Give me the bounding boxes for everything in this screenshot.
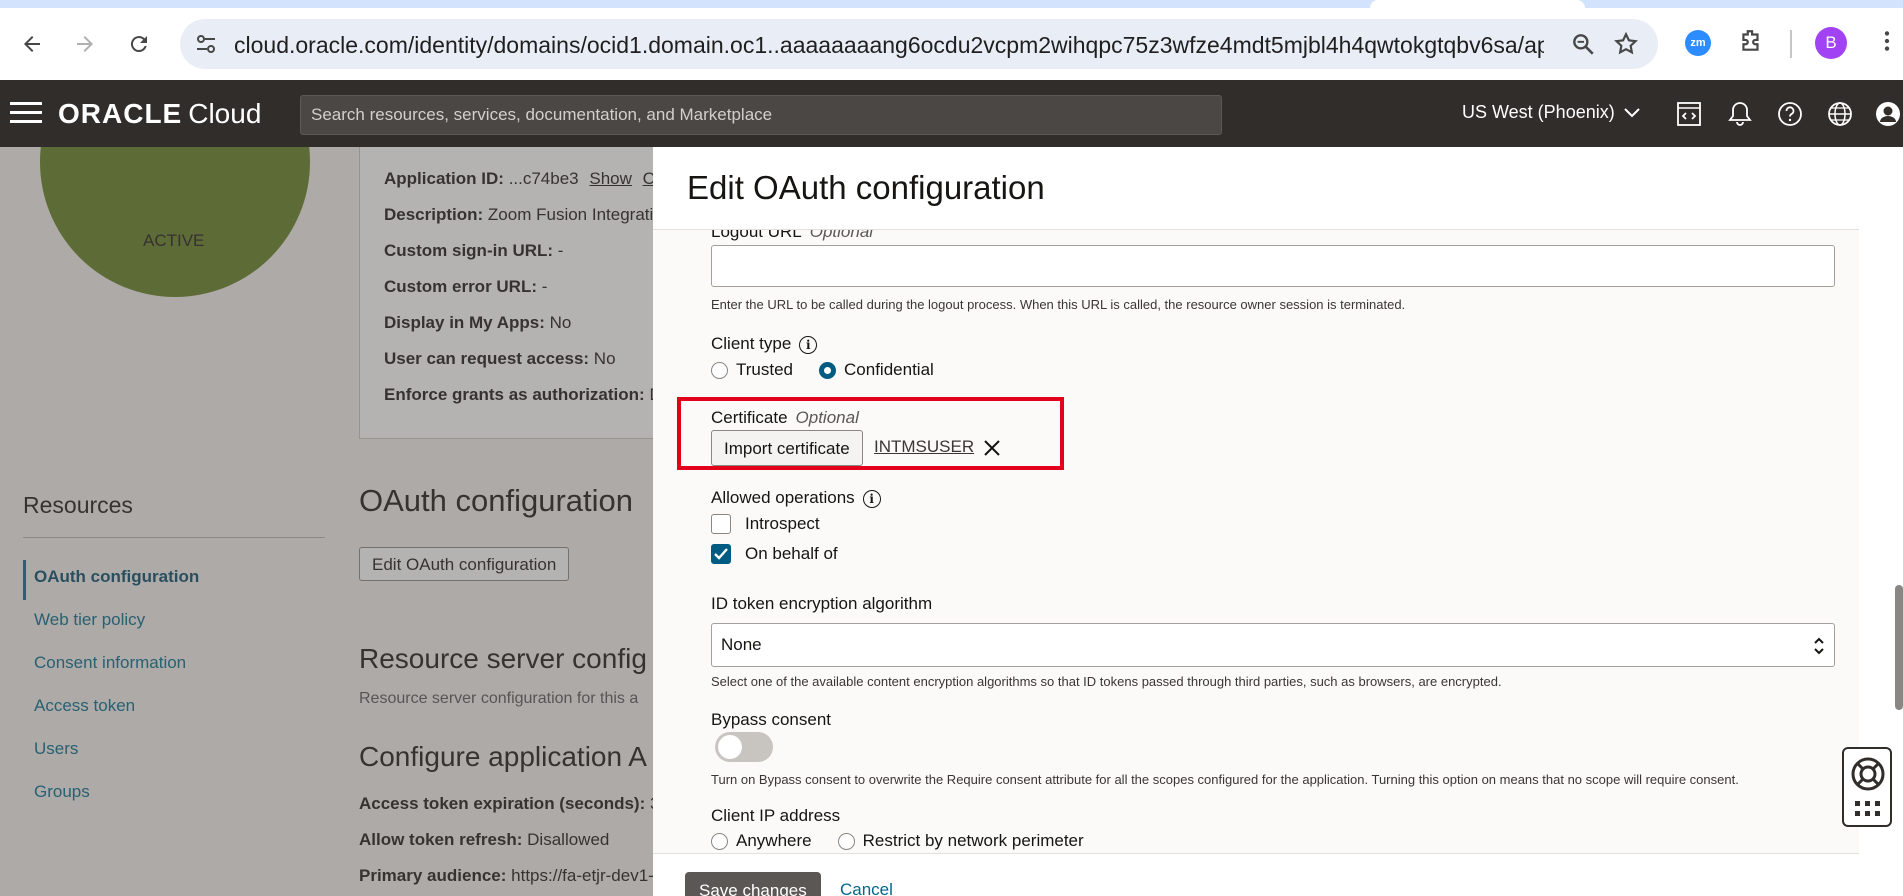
forward-icon[interactable] [67, 26, 103, 62]
logout-url-help: Enter the URL to be called during the lo… [711, 297, 1406, 312]
client-ip-address-label: Client IP address [711, 806, 841, 825]
brand-cloud: Cloud [188, 98, 262, 129]
toolbar-divider [1790, 30, 1792, 58]
certificate-label: Certificate Optional [711, 408, 859, 427]
on-behalf-of-checkbox-row[interactable]: On behalf of [711, 544, 838, 564]
id-token-encryption-select[interactable]: None [711, 623, 1835, 667]
bookmark-star-icon[interactable] [1613, 31, 1639, 57]
back-icon[interactable] [14, 26, 50, 62]
profile-avatar[interactable]: B [1815, 27, 1847, 59]
client-ip-anywhere-radio[interactable]: Anywhere [711, 831, 812, 851]
language-globe-icon[interactable] [1824, 98, 1856, 130]
modal-overlay[interactable] [0, 147, 653, 896]
checkmark-icon [714, 548, 728, 560]
allowed-operations-label: Allowed operations i [711, 488, 881, 508]
drawer-title: Edit OAuth configuration [687, 169, 1045, 206]
logout-url-label: Logout URL Optional [711, 229, 874, 241]
client-ip-radio-group: Anywhere Restrict by network perimeter [711, 831, 1084, 851]
select-updown-icon [1814, 637, 1824, 655]
client-type-confidential-radio[interactable]: Confidential [819, 360, 934, 380]
notifications-bell-icon[interactable] [1724, 98, 1756, 130]
id-token-encryption-value: None [721, 635, 762, 654]
help-question-icon[interactable] [1774, 98, 1806, 130]
introspect-checkbox-row[interactable]: Introspect [711, 514, 820, 534]
cancel-link[interactable]: Cancel [840, 880, 893, 896]
id-token-encryption-label: ID token encryption algorithm [711, 594, 933, 613]
id-token-encryption-help: Select one of the available content encr… [711, 674, 1502, 689]
browser-chrome: cloud.oracle.com/identity/domains/ocid1.… [0, 0, 1903, 80]
tab-strip [0, 0, 1903, 8]
bypass-consent-label: Bypass consent [711, 710, 832, 729]
address-bar[interactable]: cloud.oracle.com/identity/domains/ocid1.… [180, 19, 1658, 69]
region-label: US West (Phoenix) [1462, 102, 1615, 122]
extensions-puzzle-icon[interactable] [1736, 26, 1766, 56]
client-ip-restrict-radio[interactable]: Restrict by network perimeter [837, 831, 1084, 851]
reload-icon[interactable] [121, 26, 157, 62]
oracle-cloud-logo[interactable]: ORACLE Cloud [58, 98, 261, 130]
client-type-label: Client type i [711, 334, 818, 354]
remove-certificate-close-icon[interactable] [981, 437, 1003, 459]
brand-oracle: ORACLE [58, 98, 183, 129]
client-type-info-icon[interactable]: i [799, 335, 818, 354]
certificate-name-link[interactable]: INTMSUSER [874, 437, 974, 457]
code-editor-icon[interactable] [1673, 98, 1705, 130]
chrome-menu-icon[interactable] [1872, 26, 1902, 56]
bypass-consent-help: Turn on Bypass consent to overwrite the … [711, 772, 1739, 787]
active-tab[interactable] [1370, 0, 1585, 8]
allowed-operations-info-icon[interactable]: i [862, 489, 881, 508]
chevron-down-icon [1624, 107, 1640, 117]
zoom-magnifier-icon[interactable] [1570, 31, 1596, 57]
help-widget[interactable] [1842, 747, 1892, 827]
drawer-scroll-area[interactable]: Logout URL Optional Enter the URL to be c… [653, 229, 1859, 854]
global-search-input[interactable]: Search resources, services, documentatio… [300, 95, 1222, 135]
lifebuoy-icon [1851, 757, 1885, 816]
url-text[interactable]: cloud.oracle.com/identity/domains/ocid1.… [234, 32, 1544, 59]
on-behalf-of-checkbox[interactable] [711, 544, 731, 564]
site-info-icon[interactable] [194, 32, 218, 56]
import-certificate-button[interactable]: Import certificate [711, 430, 863, 466]
edit-oauth-drawer: Edit OAuth configuration Logout URL Optio… [653, 147, 1903, 896]
client-type-radio-group: Trusted Confidential [711, 360, 934, 380]
zoom-extension-icon[interactable]: zm [1685, 30, 1711, 56]
user-profile-icon[interactable] [1872, 98, 1903, 130]
logout-url-input[interactable] [711, 245, 1835, 287]
region-selector[interactable]: US West (Phoenix) [1462, 102, 1641, 123]
bypass-consent-toggle[interactable] [715, 732, 773, 762]
hamburger-menu-icon[interactable] [10, 102, 42, 126]
client-type-trusted-radio[interactable]: Trusted [711, 360, 793, 380]
save-changes-button[interactable]: Save changes [685, 872, 821, 896]
oci-header: ORACLE Cloud Search resources, services, … [0, 80, 1903, 147]
introspect-checkbox[interactable] [711, 514, 731, 534]
drawer-scrollbar-thumb[interactable] [1895, 585, 1903, 710]
